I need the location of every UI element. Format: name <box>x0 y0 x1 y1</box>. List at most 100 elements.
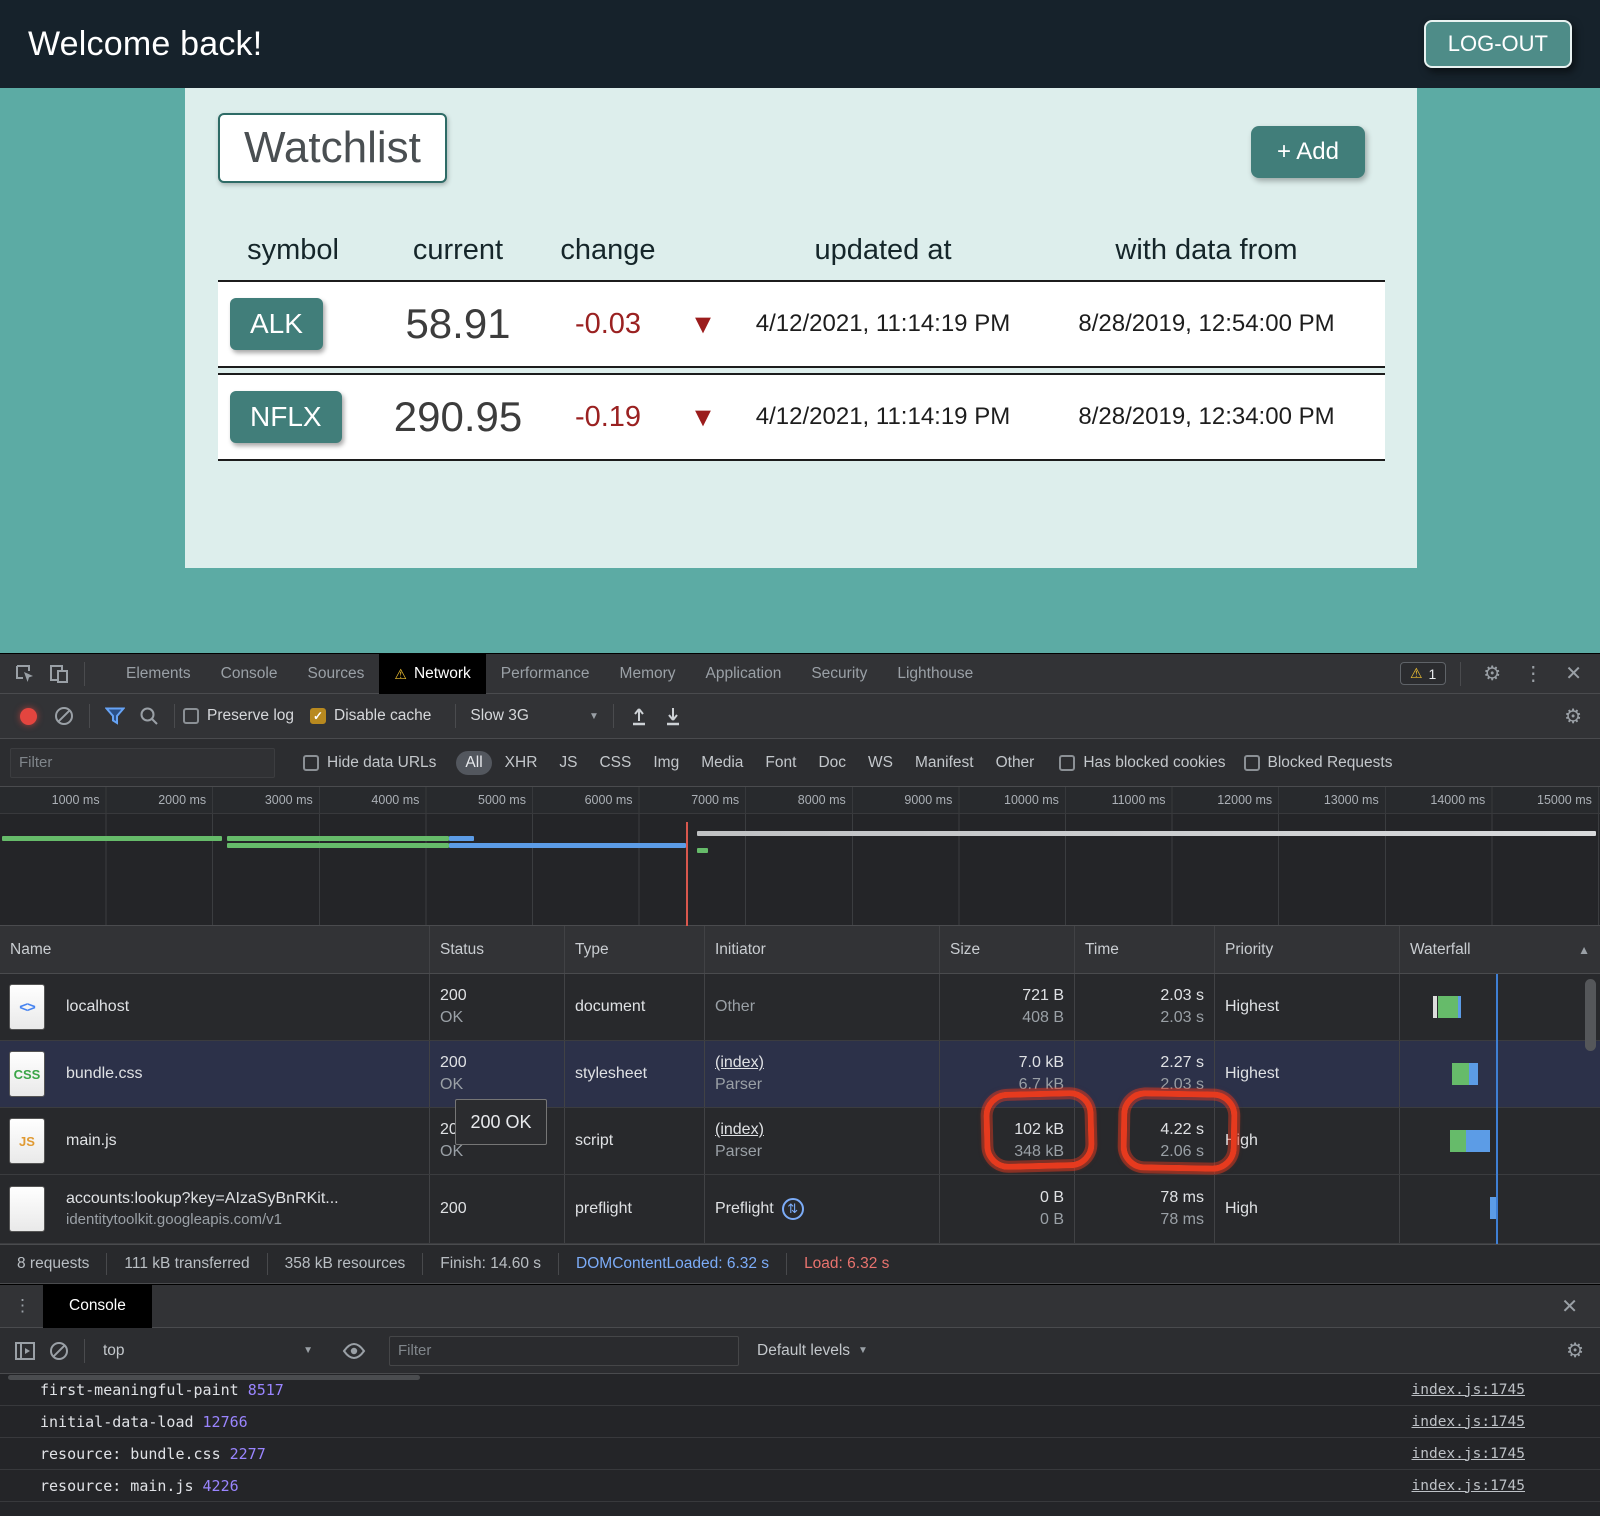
network-settings-gear-icon[interactable]: ⚙ <box>1556 704 1590 729</box>
more-options-icon[interactable]: ⋮ <box>1515 661 1551 686</box>
warning-icon: ⚠ <box>1410 665 1423 682</box>
symbol-badge[interactable]: NFLX <box>230 391 342 443</box>
settings-gear-icon[interactable]: ⚙ <box>1475 661 1509 686</box>
annotation-circle-size <box>983 1090 1095 1171</box>
add-button[interactable]: + Add <box>1251 126 1365 178</box>
console-message[interactable]: initial-data-load 12766 index.js:1745 <box>0 1406 1600 1438</box>
watchlist-row-nflx[interactable]: NFLX 290.95 -0.19 ▼ 4/12/2021, 11:14:19 … <box>218 373 1385 461</box>
filter-pill-manifest[interactable]: Manifest <box>906 751 983 775</box>
tab-lighthouse[interactable]: Lighthouse <box>882 654 988 694</box>
col-change: change <box>548 234 668 267</box>
column-name[interactable]: Name <box>0 926 430 973</box>
filter-pill-css[interactable]: CSS <box>590 751 640 775</box>
has-blocked-cookies-checkbox[interactable] <box>1059 755 1075 771</box>
filter-pill-xhr[interactable]: XHR <box>496 751 547 775</box>
network-overview[interactable]: 1000 ms 2000 ms 3000 ms 4000 ms 5000 ms … <box>0 787 1600 926</box>
request-row-bundle-css[interactable]: CSS bundle.css 200OK stylesheet (index)P… <box>0 1041 1600 1108</box>
tick-label: 10000 ms <box>959 787 1066 813</box>
filter-pill-ws[interactable]: WS <box>859 751 902 775</box>
preserve-log-checkbox[interactable] <box>183 708 199 724</box>
export-har-icon[interactable] <box>656 702 690 730</box>
close-devtools-icon[interactable]: ✕ <box>1557 661 1590 686</box>
logout-button[interactable]: LOG-OUT <box>1424 20 1572 68</box>
initiator-link[interactable]: (index) <box>715 1054 929 1072</box>
device-toolbar-icon[interactable] <box>42 660 76 688</box>
console-message[interactable]: resource: main.js 4226 index.js:1745 <box>0 1470 1600 1502</box>
request-row-main-js[interactable]: JS main.js 200OK script (index)Parser 10… <box>0 1108 1600 1175</box>
tab-console[interactable]: Console <box>206 654 293 694</box>
console-drawer-tab[interactable]: Console <box>43 1284 152 1328</box>
tab-sources[interactable]: Sources <box>293 654 380 694</box>
column-type[interactable]: Type <box>565 926 705 973</box>
console-settings-gear-icon[interactable]: ⚙ <box>1558 1338 1592 1363</box>
devtools-tabbar: Elements Console Sources ⚠ Network Perfo… <box>0 654 1600 694</box>
column-priority[interactable]: Priority <box>1215 926 1400 973</box>
sort-asc-icon: ▲ <box>1578 943 1590 957</box>
filter-pill-doc[interactable]: Doc <box>809 751 855 775</box>
tab-network[interactable]: ⚠ Network <box>379 654 485 694</box>
hide-data-urls-checkbox[interactable] <box>303 755 319 771</box>
console-message[interactable]: resource: bundle.css 2277 index.js:1745 <box>0 1438 1600 1470</box>
log-value: 4226 <box>203 1477 239 1495</box>
tab-elements[interactable]: Elements <box>111 654 206 694</box>
column-time[interactable]: Time <box>1075 926 1215 973</box>
column-initiator[interactable]: Initiator <box>705 926 940 973</box>
log-levels-dropdown[interactable]: Default levels ▼ <box>757 1342 868 1360</box>
filter-pill-media[interactable]: Media <box>692 751 752 775</box>
tab-memory[interactable]: Memory <box>605 654 691 694</box>
watchlist-title: Watchlist <box>218 113 447 183</box>
blocked-requests-label[interactable]: Blocked Requests <box>1268 754 1393 772</box>
blocked-requests-checkbox[interactable] <box>1244 755 1260 771</box>
inspect-element-icon[interactable] <box>8 660 42 688</box>
column-size[interactable]: Size <box>940 926 1075 973</box>
clear-icon[interactable] <box>47 702 81 730</box>
down-triangle-icon: ▼ <box>668 309 738 340</box>
drawer-menu-icon[interactable]: ⋮ <box>0 1296 43 1316</box>
network-filter-input[interactable] <box>10 748 275 778</box>
request-domain: identitytoolkit.googleapis.com/v1 <box>66 1211 339 1228</box>
column-status[interactable]: Status <box>430 926 565 973</box>
console-sidebar-icon[interactable] <box>8 1337 42 1365</box>
filter-pill-font[interactable]: Font <box>756 751 805 775</box>
filter-pill-img[interactable]: Img <box>644 751 688 775</box>
request-type: preflight <box>565 1175 705 1243</box>
initiator-link[interactable]: (index) <box>715 1121 929 1139</box>
console-filter-input[interactable] <box>389 1336 739 1366</box>
tab-application[interactable]: Application <box>691 654 797 694</box>
log-value: 2277 <box>230 1445 266 1463</box>
execution-context-dropdown[interactable]: top ▼ <box>93 1342 323 1360</box>
disable-cache-checkbox[interactable]: ✓ <box>310 708 326 724</box>
close-drawer-icon[interactable]: ✕ <box>1553 1294 1586 1319</box>
request-row-accounts-lookup[interactable]: accounts:lookup?key=AIzaSyBnRKit... iden… <box>0 1175 1600 1244</box>
console-drawer-tabbar: ⋮ Console ✕ <box>0 1284 1600 1328</box>
tab-security[interactable]: Security <box>796 654 882 694</box>
log-source-link[interactable]: index.js:1745 <box>1412 1478 1526 1494</box>
filter-funnel-icon[interactable] <box>98 702 132 730</box>
disable-cache-label[interactable]: Disable cache <box>334 707 431 725</box>
filter-pill-js[interactable]: JS <box>550 751 586 775</box>
throttling-dropdown[interactable]: Slow 3G ▼ <box>470 707 599 725</box>
search-icon[interactable] <box>132 702 166 730</box>
log-source-link[interactable]: index.js:1745 <box>1412 1446 1526 1462</box>
filter-pill-other[interactable]: Other <box>987 751 1044 775</box>
devtools: Elements Console Sources ⚠ Network Perfo… <box>0 653 1600 1516</box>
symbol-badge[interactable]: ALK <box>230 298 323 350</box>
horizontal-scrollbar[interactable] <box>8 1375 420 1380</box>
preserve-log-label[interactable]: Preserve log <box>207 707 294 725</box>
has-blocked-cookies-label[interactable]: Has blocked cookies <box>1083 754 1225 772</box>
log-source-link[interactable]: index.js:1745 <box>1412 1414 1526 1430</box>
vertical-scrollbar[interactable] <box>1585 979 1596 1051</box>
issues-badge[interactable]: ⚠ 1 <box>1400 662 1446 685</box>
record-button[interactable] <box>20 708 37 725</box>
request-row-localhost[interactable]: <> localhost 200OK document Other 721 B4… <box>0 974 1600 1041</box>
divider <box>174 704 175 728</box>
clear-console-icon[interactable] <box>42 1337 76 1365</box>
hide-data-urls-label[interactable]: Hide data URLs <box>327 754 436 772</box>
filter-pill-all[interactable]: All <box>456 751 491 775</box>
column-waterfall[interactable]: Waterfall ▲ <box>1400 926 1600 973</box>
import-har-icon[interactable] <box>622 702 656 730</box>
eye-icon[interactable] <box>337 1337 371 1365</box>
tab-performance[interactable]: Performance <box>486 654 605 694</box>
log-source-link[interactable]: index.js:1745 <box>1412 1382 1526 1398</box>
watchlist-row-alk[interactable]: ALK 58.91 -0.03 ▼ 4/12/2021, 11:14:19 PM… <box>218 280 1385 368</box>
